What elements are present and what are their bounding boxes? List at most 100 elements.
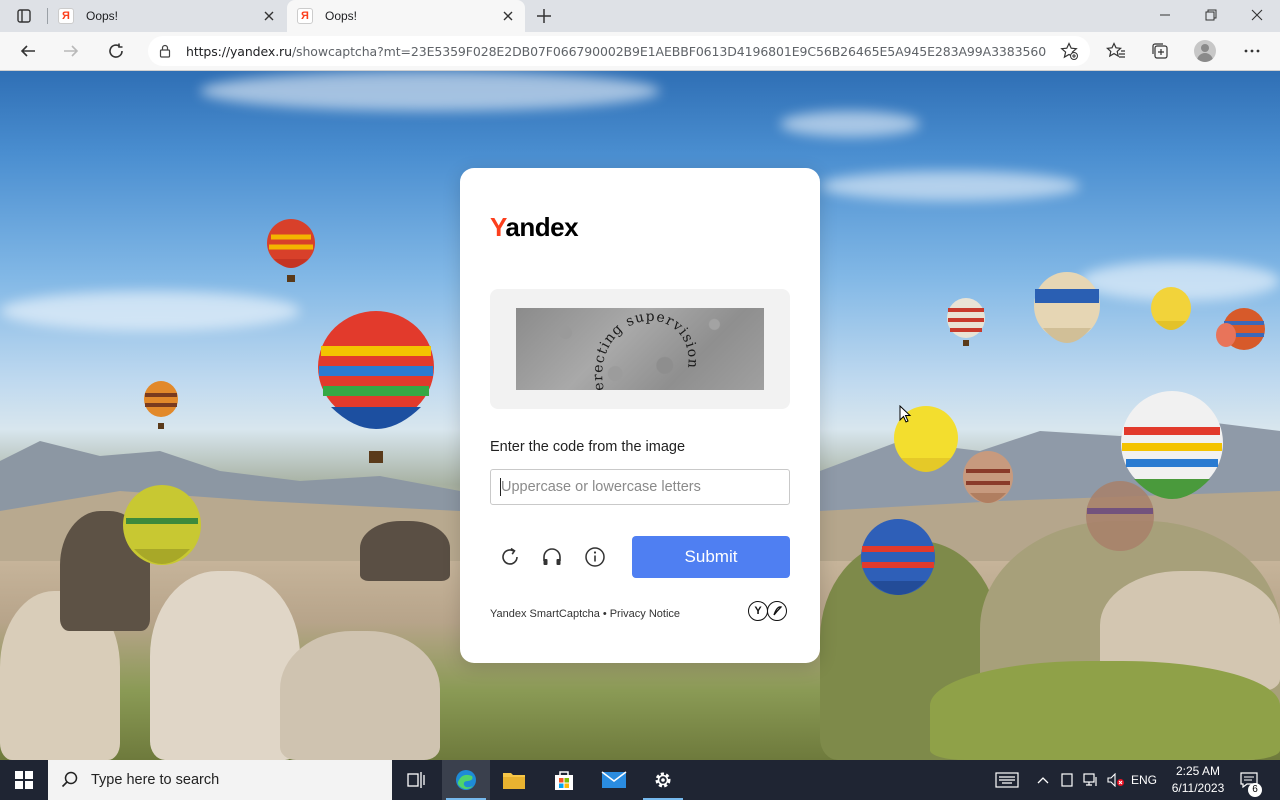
url-text[interactable]: https://yandex.ru/showcaptcha?mt=23E5359… bbox=[186, 44, 1046, 59]
url-host: https://yandex.ru bbox=[186, 43, 292, 59]
folder-icon bbox=[503, 773, 525, 789]
back-button[interactable] bbox=[13, 37, 43, 65]
hot-air-balloon bbox=[144, 381, 178, 429]
tab-title: Oops! bbox=[325, 9, 358, 23]
footer-separator: • bbox=[602, 608, 607, 620]
yandex-favicon-icon: Я bbox=[58, 8, 74, 24]
more-dots-icon bbox=[1244, 49, 1260, 53]
hot-air-balloon bbox=[1086, 481, 1154, 551]
notification-count-badge: 6 bbox=[1248, 783, 1262, 797]
forward-arrow-icon bbox=[64, 45, 79, 57]
search-icon bbox=[61, 771, 78, 788]
start-button[interactable] bbox=[0, 760, 48, 800]
footer-brand[interactable]: Yandex SmartCaptcha bbox=[490, 608, 600, 620]
store-icon bbox=[555, 771, 573, 790]
taskbar-file-explorer[interactable] bbox=[490, 760, 538, 800]
svg-text:erecting supervision: erecting supervision bbox=[590, 309, 701, 390]
refresh-button[interactable] bbox=[101, 37, 131, 65]
taskbar-mail[interactable] bbox=[590, 760, 638, 800]
settings-more-button[interactable] bbox=[1237, 37, 1267, 65]
task-view-icon bbox=[407, 772, 425, 788]
restore-button[interactable] bbox=[1188, 0, 1234, 30]
taskbar-clock[interactable]: 2:25 AM 6/11/2023 bbox=[1160, 763, 1236, 797]
clock-date: 6/11/2023 bbox=[1171, 781, 1225, 795]
tab-title: Oops! bbox=[86, 9, 119, 23]
gear-icon bbox=[655, 772, 671, 788]
collections-icon bbox=[1152, 43, 1168, 59]
close-window-button[interactable] bbox=[1234, 0, 1280, 30]
cloud bbox=[200, 71, 660, 111]
browser-tab-2[interactable]: Я Oops! bbox=[287, 0, 525, 32]
forward-button[interactable] bbox=[56, 37, 86, 65]
close-tab-icon[interactable] bbox=[501, 9, 515, 23]
yandex-favicon-icon: Я bbox=[297, 8, 313, 24]
browser-tab-1[interactable]: Я Oops! bbox=[48, 0, 286, 32]
rock-formation bbox=[280, 631, 440, 760]
taskbar-settings[interactable] bbox=[639, 760, 687, 800]
tray-volume[interactable] bbox=[1104, 760, 1128, 800]
favorites-icon bbox=[1106, 42, 1125, 58]
hot-air-balloon bbox=[1151, 287, 1191, 330]
search-placeholder: Type here to search bbox=[91, 772, 220, 788]
back-arrow-icon bbox=[20, 45, 35, 57]
close-tab-icon[interactable] bbox=[262, 9, 276, 23]
address-bar[interactable]: https://yandex.ru/showcaptcha?mt=23E5359… bbox=[148, 36, 1090, 66]
lock-icon[interactable] bbox=[158, 44, 172, 58]
cloud bbox=[0, 291, 300, 331]
info-icon bbox=[585, 547, 605, 567]
audio-captcha-button[interactable] bbox=[540, 545, 564, 569]
browser-toolbar: https://yandex.ru/showcaptcha?mt=23E5359… bbox=[0, 32, 1280, 71]
keyboard-icon bbox=[995, 772, 1019, 788]
browser-tab-bar: Я Oops! Я Oops! bbox=[0, 0, 1280, 32]
hot-air-balloon bbox=[1216, 308, 1265, 350]
add-favorite-button[interactable] bbox=[1054, 37, 1084, 65]
cloud bbox=[780, 111, 920, 137]
logo-rest: andex bbox=[505, 212, 579, 242]
collections-button[interactable] bbox=[1145, 37, 1175, 65]
new-tab-icon[interactable] bbox=[534, 6, 554, 26]
taskbar-store[interactable] bbox=[540, 760, 588, 800]
captcha-footer: Yandex SmartCaptcha • Privacy Notice bbox=[490, 608, 680, 620]
tray-network[interactable] bbox=[1080, 760, 1102, 800]
mouse-cursor-icon bbox=[899, 405, 912, 423]
text-caret bbox=[500, 478, 501, 496]
hot-air-balloon bbox=[267, 219, 315, 282]
captcha-code-input[interactable] bbox=[490, 469, 790, 505]
task-view-button[interactable] bbox=[392, 760, 440, 800]
mail-icon bbox=[601, 771, 627, 788]
hot-air-balloon bbox=[318, 311, 434, 463]
favorites-button[interactable] bbox=[1101, 37, 1131, 65]
smartcaptcha-logo: Y bbox=[748, 601, 787, 621]
tray-keyboard[interactable] bbox=[990, 760, 1024, 800]
hot-air-balloon bbox=[861, 519, 935, 595]
vegetation bbox=[930, 661, 1280, 760]
info-button[interactable] bbox=[583, 545, 607, 569]
rock-formation bbox=[360, 521, 450, 581]
tray-meet-now[interactable] bbox=[1056, 760, 1078, 800]
submit-button[interactable]: Submit bbox=[632, 536, 790, 578]
refresh-icon bbox=[502, 547, 518, 565]
tray-overflow[interactable] bbox=[1032, 760, 1054, 800]
tablet-icon bbox=[1061, 773, 1073, 787]
taskbar-edge[interactable] bbox=[442, 760, 490, 800]
captcha-text: erecting supervision bbox=[590, 309, 700, 390]
clock-time: 2:25 AM bbox=[1175, 764, 1221, 778]
network-icon bbox=[1083, 773, 1097, 786]
profile-avatar[interactable] bbox=[1194, 40, 1216, 62]
star-add-icon bbox=[1060, 42, 1078, 60]
tab-actions-icon[interactable] bbox=[8, 5, 40, 27]
chevron-up-icon bbox=[1037, 777, 1049, 784]
refresh-captcha-button[interactable] bbox=[498, 545, 522, 569]
privacy-notice-link[interactable]: Privacy Notice bbox=[610, 608, 680, 620]
captcha-card: Yandex erecting supervision Enter the co… bbox=[460, 168, 820, 663]
captcha-text-graphic: erecting supervision bbox=[590, 309, 701, 390]
hot-air-balloon bbox=[947, 298, 985, 346]
taskbar-search-box[interactable]: Type here to search bbox=[48, 760, 392, 800]
windows-taskbar: Type here to search ENG 2:25 AM 6/11/202… bbox=[0, 760, 1280, 800]
hot-air-balloon bbox=[1034, 272, 1100, 343]
volume-muted-icon bbox=[1107, 773, 1124, 787]
minimize-button[interactable] bbox=[1142, 0, 1188, 30]
tray-language[interactable]: ENG bbox=[1128, 760, 1160, 800]
yandex-circle-icon: Y bbox=[748, 601, 768, 621]
edge-icon bbox=[456, 770, 476, 790]
